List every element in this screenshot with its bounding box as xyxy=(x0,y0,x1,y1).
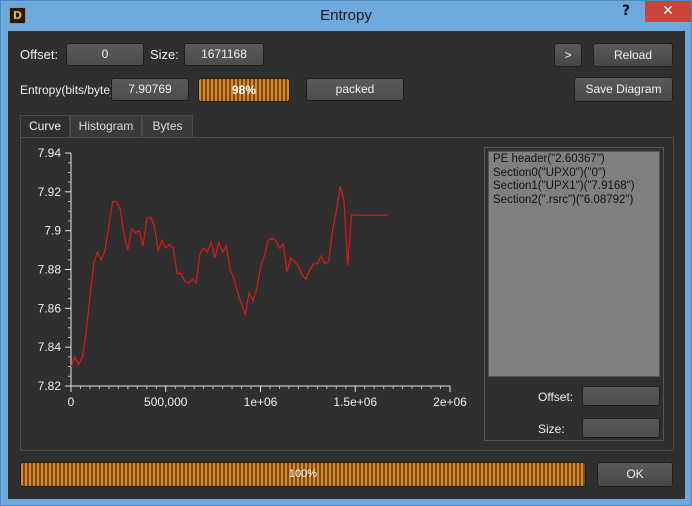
help-button[interactable]: ? xyxy=(607,1,645,22)
entropy-label: Entropy(bits/byte): xyxy=(20,83,118,97)
x-tick-label: 1e+06 xyxy=(244,395,278,409)
y-tick-label: 7.88 xyxy=(38,263,62,277)
overall-progress-label: 100% xyxy=(288,468,318,480)
title-bar[interactable]: D Entropy ? ✕ xyxy=(1,1,691,31)
status-field[interactable]: packed xyxy=(306,78,404,101)
reload-button[interactable]: Reload xyxy=(593,43,673,67)
section-item[interactable]: PE header("2.60367") xyxy=(493,153,655,167)
side-offset-label: Offset: xyxy=(538,390,574,404)
x-tick-label: 0 xyxy=(68,395,75,409)
size-field[interactable]: 1671168 xyxy=(184,43,264,66)
side-size-label: Size: xyxy=(538,422,565,436)
entropy-curve-chart: 7.82 7.84 7.86 7.88 7.9 7.92 7.94 0 500,000 1e+06… xyxy=(38,146,468,409)
y-tick-label: 7.86 xyxy=(38,301,62,315)
next-button[interactable]: > xyxy=(554,43,582,67)
entropy-value-field[interactable]: 7.90769 xyxy=(111,78,189,101)
side-size-field[interactable] xyxy=(582,418,660,438)
section-list[interactable]: PE header("2.60367") Section0("UPX0")("0"… xyxy=(488,151,660,377)
section-item[interactable]: Section0("UPX0")("0") xyxy=(493,167,655,181)
save-diagram-button[interactable]: Save Diagram xyxy=(574,77,673,102)
entropy-window: D Entropy ? ✕ Offset: 0 Size: 1671168 > … xyxy=(0,0,692,506)
x-tick-label: 1.5e+06 xyxy=(333,395,377,409)
tab-bytes[interactable]: Bytes xyxy=(142,115,193,137)
section-item[interactable]: Section2(".rsrc")("6.08792") xyxy=(493,194,655,208)
entropy-percent-label: 98% xyxy=(231,83,257,97)
ok-button[interactable]: OK xyxy=(597,462,673,487)
section-panel: PE header("2.60367") Section0("UPX0")("0"… xyxy=(484,147,664,441)
side-offset-field[interactable] xyxy=(582,386,660,406)
dialog-body: Offset: 0 Size: 1671168 > Reload Entropy… xyxy=(8,31,685,499)
close-button[interactable]: ✕ xyxy=(645,1,691,22)
overall-progress-bar: 100% xyxy=(20,462,586,487)
y-tick-label: 7.84 xyxy=(38,340,62,354)
tab-curve[interactable]: Curve xyxy=(20,115,70,137)
window-title: Entropy xyxy=(320,7,372,24)
y-tick-label: 7.94 xyxy=(38,146,62,160)
entropy-curve-line xyxy=(70,185,388,367)
x-tick-label: 500,000 xyxy=(144,395,188,409)
x-tick-label: 2e+06 xyxy=(433,395,467,409)
size-label: Size: xyxy=(150,47,179,62)
tab-histogram[interactable]: Histogram xyxy=(70,115,142,137)
offset-field[interactable]: 0 xyxy=(66,43,144,66)
y-tick-label: 7.9 xyxy=(44,224,61,238)
section-item[interactable]: Section1("UPX1")("7.9168") xyxy=(493,180,655,194)
y-tick-label: 7.82 xyxy=(38,379,62,393)
chart-ticks: 7.82 7.84 7.86 7.88 7.9 7.92 7.94 0 500,000 1e+06… xyxy=(38,146,468,409)
offset-label: Offset: xyxy=(20,47,59,62)
y-tick-label: 7.92 xyxy=(38,185,62,199)
entropy-percent-bar: 98% xyxy=(198,78,290,102)
